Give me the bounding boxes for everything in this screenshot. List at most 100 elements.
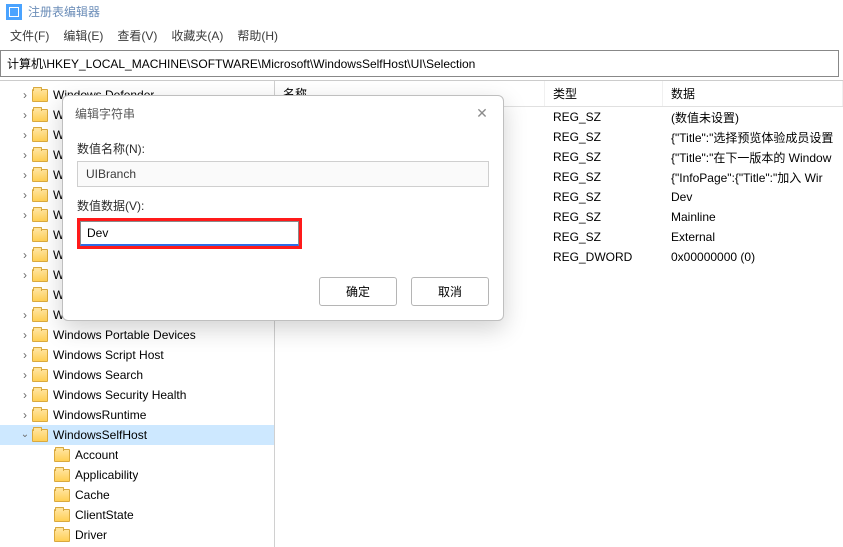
folder-icon [32,89,48,102]
menu-edit[interactable]: 编辑(E) [63,27,103,44]
folder-icon [32,149,48,162]
chevron-right-icon[interactable] [18,308,32,322]
cell-type: REG_SZ [545,190,663,204]
cancel-button[interactable]: 取消 [411,277,489,306]
chevron-right-icon[interactable] [18,108,32,122]
column-type[interactable]: 类型 [545,81,663,106]
value-name-label: 数值名称(N): [77,140,489,157]
cell-type: REG_SZ [545,130,663,144]
tree-row[interactable]: Driver [0,525,274,545]
tree-item-label: Cache [75,488,110,502]
cell-data: (数值未设置) [663,109,843,126]
chevron-right-icon[interactable] [18,388,32,402]
folder-icon [54,529,70,542]
cell-type: REG_SZ [545,110,663,124]
tree-item-label: Windows Security Health [53,388,186,402]
folder-icon [32,249,48,262]
folder-icon [32,289,48,302]
folder-icon [54,449,70,462]
tree-item-label: ClientState [75,508,134,522]
menubar: 文件(F) 编辑(E) 查看(V) 收藏夹(A) 帮助(H) [0,23,843,48]
folder-icon [32,429,48,442]
folder-icon [32,189,48,202]
tree-row[interactable]: WindowsRuntime [0,405,274,425]
tree-row[interactable]: Account [0,445,274,465]
tree-row[interactable]: Cache [0,485,274,505]
tree-item-label: Applicability [75,468,138,482]
value-data-input[interactable] [80,221,299,246]
folder-icon [32,269,48,282]
tree-item-label: WindowsRuntime [53,408,146,422]
tree-item-label: Windows Portable Devices [53,328,196,342]
ok-button[interactable]: 确定 [319,277,397,306]
address-bar[interactable]: 计算机\HKEY_LOCAL_MACHINE\SOFTWARE\Microsof… [0,50,839,77]
window-titlebar: 注册表编辑器 [0,0,843,23]
chevron-right-icon[interactable] [18,368,32,382]
cell-data: External [663,230,843,244]
cell-data: {"Title":"选择预览体验成员设置 [663,129,843,146]
menu-file[interactable]: 文件(F) [10,27,49,44]
folder-icon [32,309,48,322]
cell-type: REG_SZ [545,150,663,164]
folder-icon [32,229,48,242]
cell-type: REG_DWORD [545,250,663,264]
folder-icon [32,409,48,422]
folder-icon [32,369,48,382]
window-title: 注册表编辑器 [28,3,100,20]
cell-type: REG_SZ [545,210,663,224]
chevron-right-icon[interactable] [18,268,32,282]
column-data[interactable]: 数据 [663,81,843,106]
cell-data: {"Title":"在下一版本的 Window [663,149,843,166]
chevron-right-icon[interactable] [18,148,32,162]
tree-item-label: Account [75,448,118,462]
menu-help[interactable]: 帮助(H) [237,27,278,44]
tree-row[interactable]: Windows Security Health [0,385,274,405]
value-data-label: 数值数据(V): [77,197,489,214]
folder-icon [54,509,70,522]
dialog-titlebar: 编辑字符串 ✕ [63,96,503,130]
chevron-right-icon[interactable] [18,128,32,142]
tree-row[interactable]: ClientState [0,505,274,525]
menu-favorites[interactable]: 收藏夹(A) [171,27,223,44]
chevron-right-icon[interactable] [18,188,32,202]
menu-view[interactable]: 查看(V) [117,27,157,44]
tree-row[interactable]: WindowsSelfHost [0,425,274,445]
chevron-right-icon[interactable] [18,168,32,182]
folder-icon [54,489,70,502]
chevron-right-icon[interactable] [18,248,32,262]
folder-icon [32,209,48,222]
value-data-highlight [77,218,302,249]
chevron-right-icon[interactable] [18,208,32,222]
dialog-title: 编辑字符串 [75,105,135,122]
tree-row[interactable]: Windows Search [0,365,274,385]
chevron-right-icon[interactable] [18,348,32,362]
cell-type: REG_SZ [545,230,663,244]
tree-row[interactable]: Applicability [0,465,274,485]
tree-item-label: Windows Search [53,368,143,382]
tree-row[interactable]: Windows Script Host [0,345,274,365]
tree-item-label: Windows Script Host [53,348,164,362]
app-icon [6,4,22,20]
tree-row[interactable]: Windows Portable Devices [0,325,274,345]
address-path: 计算机\HKEY_LOCAL_MACHINE\SOFTWARE\Microsof… [7,57,475,71]
tree-item-label: WindowsSelfHost [53,428,147,442]
folder-icon [32,389,48,402]
cell-data: Dev [663,190,843,204]
cell-data: {"InfoPage":{"Title":"加入 Wir [663,169,843,186]
chevron-right-icon[interactable] [18,328,32,342]
cell-data: 0x00000000 (0) [663,250,843,264]
tree-item-label: Driver [75,528,107,542]
folder-icon [32,109,48,122]
edit-string-dialog: 编辑字符串 ✕ 数值名称(N): UIBranch 数值数据(V): 确定 取消 [62,95,504,321]
cell-data: Mainline [663,210,843,224]
folder-icon [32,329,48,342]
chevron-down-icon[interactable] [18,430,32,441]
close-icon[interactable]: ✕ [473,104,491,122]
cell-type: REG_SZ [545,170,663,184]
folder-icon [54,469,70,482]
folder-icon [32,349,48,362]
chevron-right-icon[interactable] [18,88,32,102]
chevron-right-icon[interactable] [18,408,32,422]
folder-icon [32,129,48,142]
folder-icon [32,169,48,182]
